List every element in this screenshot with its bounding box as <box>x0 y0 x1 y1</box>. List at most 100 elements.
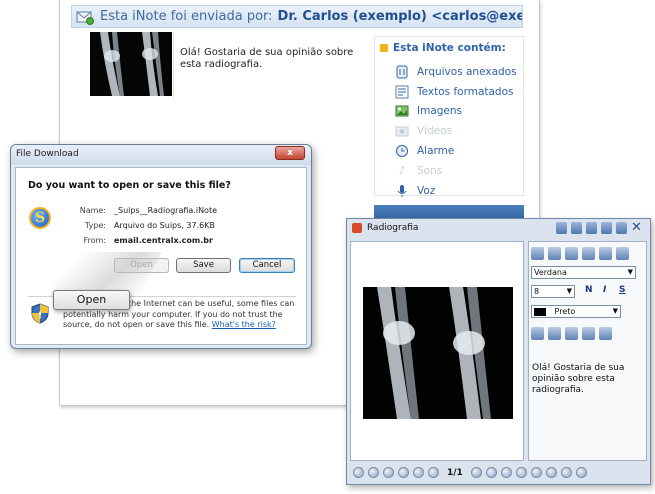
font-value: Verdana <box>534 268 567 277</box>
undo-icon[interactable] <box>531 247 544 260</box>
chevron-down-icon: ▼ <box>612 307 618 315</box>
divider <box>173 32 174 98</box>
close-button[interactable]: x <box>275 146 305 160</box>
file-from-value: email.centralx.com.br <box>114 236 213 245</box>
dialog-title: File Download <box>16 149 79 159</box>
stop-icon[interactable] <box>500 467 512 478</box>
xray-thumbnail[interactable] <box>90 32 172 96</box>
first-page-icon[interactable] <box>413 467 424 478</box>
zoom-out-icon[interactable] <box>368 467 379 478</box>
underline-button[interactable]: S <box>619 285 625 295</box>
field-label: From: <box>83 236 106 245</box>
contents-item-label: Alarme <box>417 145 455 158</box>
color-value: Preto <box>554 307 576 316</box>
contents-item-label: Arquivos anexados <box>417 65 517 78</box>
alarm-icon <box>395 144 409 158</box>
text-panel: Verdana ▼ 8 ▼ N I S Preto ▼ Olá! Gostari… <box>528 241 647 461</box>
contents-item-voice[interactable]: Voz <box>395 181 520 201</box>
save-icon[interactable] <box>571 222 582 234</box>
align-toolbar <box>531 327 612 340</box>
info-icon[interactable] <box>616 222 627 234</box>
email-message: Olá! Gostaria de sua opinião sobre esta … <box>180 47 354 70</box>
size-value: 8 <box>534 287 540 296</box>
file-download-dialog: File Download x Do you want to open or s… <box>10 144 312 349</box>
fit-icon[interactable] <box>398 467 409 478</box>
svg-text:!: ! <box>38 311 42 321</box>
contents-item-formatted-text[interactable]: Textos formatados <box>395 82 520 102</box>
rotate-icon[interactable] <box>383 467 394 478</box>
music-note-icon: ♪ <box>398 164 406 178</box>
align-left-icon[interactable] <box>531 327 544 340</box>
color-select[interactable]: Preto ▼ <box>531 305 621 318</box>
chevron-down-icon: ▼ <box>627 268 633 276</box>
volume-icon[interactable] <box>545 467 557 478</box>
xray-image[interactable] <box>363 287 513 419</box>
dialog-question: Do you want to open or save this file? <box>28 180 231 191</box>
copy-icon[interactable] <box>582 247 595 260</box>
contents-item-label: Imagens <box>417 105 463 118</box>
align-right-icon[interactable] <box>565 327 578 340</box>
font-select[interactable]: Verdana ▼ <box>531 266 636 279</box>
email-header: Esta iNote foi enviada por: Dr. Carlos (… <box>71 5 523 28</box>
page-indicator: 1/1 <box>447 467 463 478</box>
file-type-row: Type: Arquivo do Suips, 37.6KB <box>64 218 217 233</box>
settings-icon[interactable] <box>560 467 572 478</box>
contents-item-alarm[interactable]: Alarme <box>395 141 520 161</box>
dialog-body: Do you want to open or save this file? S… <box>15 167 307 345</box>
microphone-icon <box>395 184 409 198</box>
close-icon[interactable]: ✕ <box>631 221 642 234</box>
contents-title: Esta iNote contém: <box>380 42 506 54</box>
copy-icon[interactable] <box>556 222 567 234</box>
file-info: Name: _Suips__Radiografia.iNote Type: Ar… <box>64 203 217 248</box>
contents-item-label: Vídeos <box>417 125 453 138</box>
contents-item-images[interactable]: Imagens <box>395 102 520 122</box>
prev-page-icon[interactable] <box>428 467 439 478</box>
viewer-titlebar: Radiografia <box>352 223 418 233</box>
suips-file-icon: S <box>29 207 51 229</box>
search-icon[interactable] <box>599 327 612 340</box>
italic-button[interactable]: I <box>603 285 606 295</box>
record-icon[interactable] <box>470 467 482 478</box>
envelope-icon <box>76 9 94 25</box>
bold-button[interactable]: N <box>585 285 593 295</box>
contents-list: Arquivos anexados Textos formatados Imag… <box>395 62 520 201</box>
note-text[interactable]: Olá! Gostaria de sua opinião sobre esta … <box>532 363 642 396</box>
contents-item-videos: Vídeos <box>395 121 520 141</box>
inote-viewer-window: Radiografia ✕ Verdana ▼ 8 ▼ N I S Preto … <box>346 218 651 485</box>
paste-icon[interactable] <box>599 247 612 260</box>
zoom-in-icon[interactable] <box>353 467 364 478</box>
file-from-row: From: email.centralx.com.br <box>64 233 217 248</box>
edit-toolbar <box>531 247 629 260</box>
paste-icon[interactable] <box>601 222 612 234</box>
dialog-titlebar[interactable]: File Download x <box>11 145 311 165</box>
contents-item-label: Voz <box>417 184 436 197</box>
size-select[interactable]: 8 ▼ <box>531 285 575 298</box>
cut-icon[interactable] <box>616 247 629 260</box>
shield-icon: ! <box>31 303 49 324</box>
file-type-value: Arquivo do Suips, 37.6KB <box>114 221 215 230</box>
print-icon[interactable] <box>586 222 597 234</box>
contents-panel: Esta iNote contém: Arquivos anexados Tex… <box>374 36 524 197</box>
video-icon <box>395 124 409 138</box>
image-pane <box>350 241 524 461</box>
last-page-icon[interactable] <box>530 467 542 478</box>
viewer-toolbar: ✕ <box>556 221 642 234</box>
formatted-text-icon <box>395 85 409 99</box>
print-icon[interactable] <box>565 247 578 260</box>
cancel-button[interactable]: Cancel <box>239 258 295 273</box>
align-center-icon[interactable] <box>548 327 561 340</box>
help-icon[interactable] <box>575 467 587 478</box>
risk-link[interactable]: What's the risk? <box>212 320 276 329</box>
save-button[interactable]: Save <box>176 258 231 273</box>
redo-icon[interactable] <box>548 247 561 260</box>
contents-item-label: Sons <box>417 164 443 177</box>
open-callout-button[interactable]: Open <box>53 290 130 310</box>
contents-item-attachments[interactable]: Arquivos anexados <box>395 62 520 82</box>
list-icon[interactable] <box>582 327 595 340</box>
play-icon[interactable] <box>485 467 497 478</box>
contents-title-label: Esta iNote contém: <box>393 42 506 54</box>
playback-bar: 1/1 <box>350 464 647 481</box>
next-page-icon[interactable] <box>515 467 527 478</box>
image-icon <box>395 104 409 118</box>
header-sender[interactable]: Dr. Carlos (exemplo) <carlos@exemplo.com… <box>278 9 522 24</box>
